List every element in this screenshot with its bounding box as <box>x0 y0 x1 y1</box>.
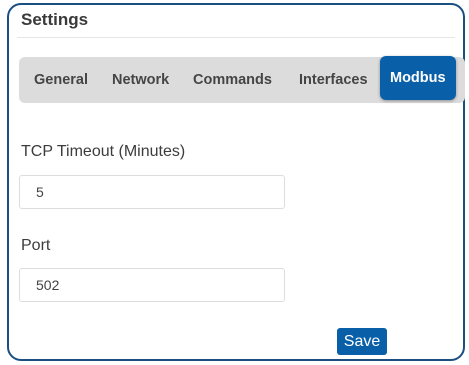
port-label: Port <box>21 237 51 254</box>
tab-network[interactable]: Network <box>112 57 169 103</box>
save-button[interactable]: Save <box>337 328 387 355</box>
tcp-timeout-label: TCP Timeout (Minutes) <box>21 143 186 160</box>
tcp-timeout-input[interactable] <box>19 175 285 209</box>
settings-panel: Settings General Network Commands Interf… <box>7 3 465 361</box>
tab-modbus[interactable]: Modbus <box>380 56 456 100</box>
tab-general[interactable]: General <box>34 57 88 103</box>
tab-commands[interactable]: Commands <box>193 57 272 103</box>
port-input[interactable] <box>19 268 285 302</box>
panel-title: Settings <box>21 10 89 29</box>
tab-interfaces[interactable]: Interfaces <box>299 57 368 103</box>
title-divider <box>17 37 455 38</box>
tab-bar: General Network Commands Interfaces Modb… <box>19 56 465 103</box>
